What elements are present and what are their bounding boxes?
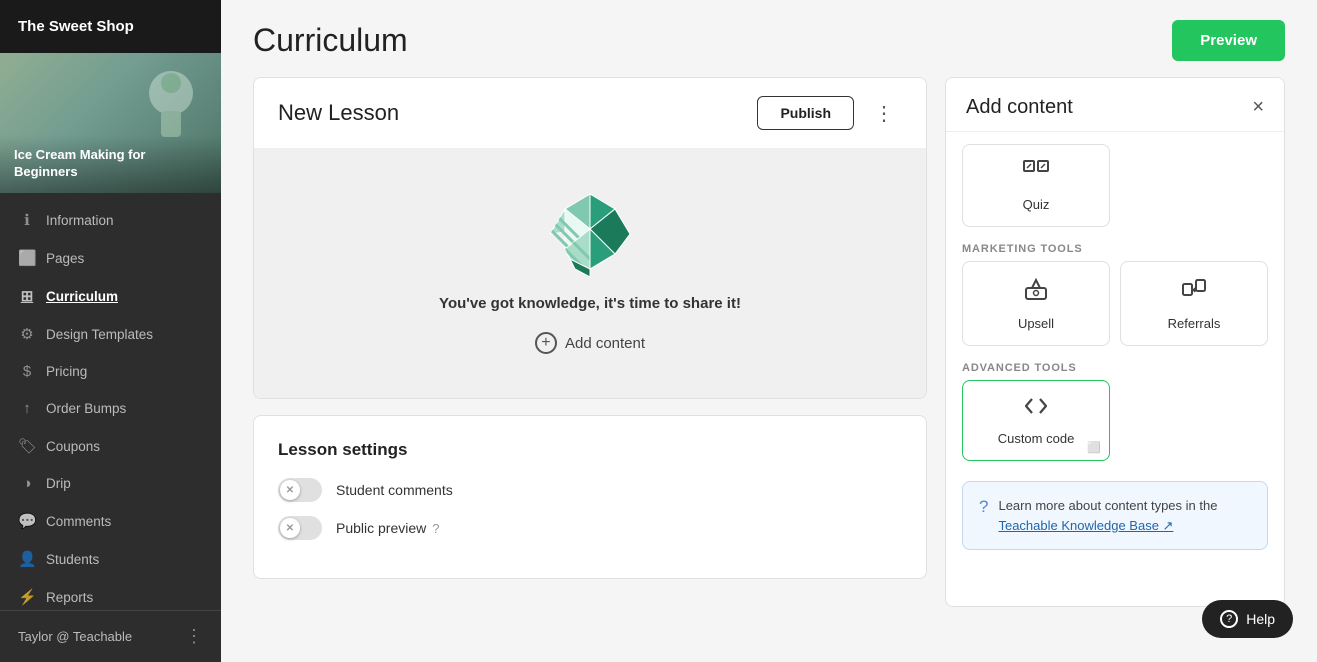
referrals-tile[interactable]: Referrals (1120, 261, 1268, 346)
curriculum-icon: ⊞ (18, 287, 36, 305)
lesson-empty-state: You've got knowledge, it's time to share… (254, 149, 926, 398)
student-comments-toggle[interactable]: ✕ (278, 478, 322, 502)
upsell-label: Upsell (1018, 316, 1054, 331)
custom-code-icon (1023, 395, 1049, 423)
quiz-label: Quiz (1023, 197, 1050, 212)
upsell-icon (1023, 276, 1049, 308)
reports-icon: ⚡ (18, 588, 36, 606)
sidebar-item-drip[interactable]: ◑ Drip (0, 465, 221, 502)
comments-icon: 💬 (18, 512, 36, 530)
lesson-title: New Lesson (278, 100, 399, 126)
close-panel-button[interactable]: × (1252, 96, 1264, 119)
lesson-empty-text: You've got knowledge, it's time to share… (439, 295, 741, 312)
sidebar-item-curriculum[interactable]: ⊞ Curriculum (0, 277, 221, 315)
advanced-tools-section: Advanced Tools Custom code ⬜ (962, 362, 1268, 461)
panel-body: Quiz Marketing Tools (946, 132, 1284, 562)
footer-user: Taylor @ Teachable (18, 629, 132, 644)
marketing-tools-section: Marketing Tools Upsell (962, 243, 1268, 346)
design-templates-icon: ⚙ (18, 325, 36, 343)
sidebar: The Sweet Shop Ice Cream Making for Begi… (0, 0, 221, 662)
panel-header: Add content × (946, 78, 1284, 132)
main-body: New Lesson Publish ⋮ (221, 77, 1317, 662)
upsell-tile[interactable]: Upsell (962, 261, 1110, 346)
coupons-icon: 🏷 (18, 437, 36, 455)
referrals-label: Referrals (1168, 316, 1221, 331)
footer-menu-icon[interactable]: ⋮ (185, 626, 203, 647)
help-circle-icon: ? (1220, 610, 1238, 628)
sidebar-item-pages[interactable]: ⬜ Pages (0, 239, 221, 277)
lesson-settings-title: Lesson settings (278, 440, 902, 460)
panel-title: Add content (966, 96, 1073, 119)
order-bumps-icon: ↑ (18, 400, 36, 417)
marketing-tiles-grid: Upsell Referrals (962, 261, 1268, 346)
public-preview-help-icon[interactable]: ? (432, 521, 439, 536)
public-preview-label: Public preview ? (336, 520, 440, 536)
knowledge-base-link[interactable]: Teachable Knowledge Base ↗ (998, 518, 1173, 533)
info-box: ? Learn more about content types in the … (962, 481, 1268, 550)
lesson-header: New Lesson Publish ⋮ (254, 78, 926, 149)
marketing-tools-label: Marketing Tools (962, 243, 1268, 255)
sidebar-item-information[interactable]: ℹ Information (0, 201, 221, 239)
student-comments-row: ✕ Student comments (278, 478, 902, 502)
sidebar-item-order-bumps[interactable]: ↑ Order Bumps (0, 390, 221, 427)
advanced-tiles-grid: Custom code ⬜ (962, 380, 1268, 461)
plus-circle-icon: + (535, 332, 557, 354)
student-comments-label: Student comments (336, 482, 453, 498)
custom-code-tile[interactable]: Custom code ⬜ (962, 380, 1110, 461)
information-icon: ℹ (18, 211, 36, 229)
main-content: Curriculum Preview New Lesson Publish ⋮ (221, 0, 1317, 662)
advanced-tools-label: Advanced Tools (962, 362, 1268, 374)
add-content-button[interactable]: + Add content (523, 328, 657, 358)
info-text: Learn more about content types in the Te… (998, 496, 1251, 535)
students-icon: 👤 (18, 550, 36, 568)
drip-icon: ◑ (18, 475, 36, 492)
lesson-card: New Lesson Publish ⋮ (253, 77, 927, 399)
sidebar-item-comments[interactable]: 💬 Comments (0, 502, 221, 540)
lesson-settings: Lesson settings ✕ Student comments ✕ (253, 415, 927, 579)
course-thumbnail[interactable]: Ice Cream Making for Beginners (0, 53, 221, 193)
pricing-icon: $ (18, 363, 36, 380)
gem-illustration (545, 189, 635, 279)
public-preview-row: ✕ Public preview ? (278, 516, 902, 540)
page-title: Curriculum (253, 22, 408, 59)
sidebar-footer: Taylor @ Teachable ⋮ (0, 610, 221, 662)
lesson-panel: New Lesson Publish ⋮ (253, 77, 927, 662)
pages-icon: ⬜ (18, 249, 36, 267)
sidebar-item-coupons[interactable]: 🏷 Coupons (0, 427, 221, 465)
publish-button[interactable]: Publish (757, 96, 854, 130)
main-header: Curriculum Preview (221, 0, 1317, 77)
lesson-more-options-button[interactable]: ⋮ (866, 97, 902, 130)
add-content-panel: Add content × (945, 77, 1285, 607)
lesson-header-right: Publish ⋮ (757, 96, 902, 130)
quiz-tile-section: Quiz (962, 144, 1268, 227)
course-title: Ice Cream Making for Beginners (0, 135, 221, 193)
quiz-tile[interactable]: Quiz (962, 144, 1110, 227)
sidebar-nav: ℹ Information ⬜ Pages ⊞ Curriculum ⚙ Des… (0, 193, 221, 610)
preview-button[interactable]: Preview (1172, 20, 1285, 61)
quiz-icon (1022, 159, 1050, 189)
info-icon: ? (979, 497, 988, 517)
content-tiles-grid: Quiz (962, 144, 1268, 227)
sidebar-item-pricing[interactable]: $ Pricing (0, 353, 221, 390)
school-name[interactable]: The Sweet Shop (0, 0, 221, 53)
sidebar-item-reports[interactable]: ⚡ Reports (0, 578, 221, 610)
help-button[interactable]: ? Help (1202, 600, 1293, 638)
custom-code-label: Custom code (998, 431, 1075, 446)
sidebar-item-design-templates[interactable]: ⚙ Design Templates (0, 315, 221, 353)
sidebar-item-students[interactable]: 👤 Students (0, 540, 221, 578)
public-preview-toggle[interactable]: ✕ (278, 516, 322, 540)
referrals-icon (1181, 276, 1207, 308)
